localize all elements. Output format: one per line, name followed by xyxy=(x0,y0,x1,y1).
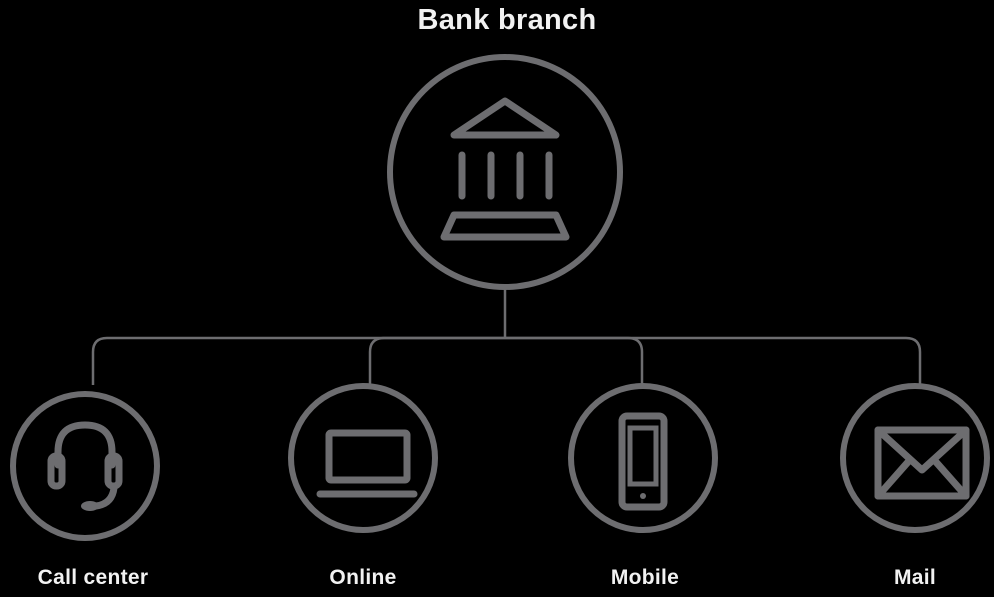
online-node xyxy=(288,383,438,533)
channel-label-mobile: Mobile xyxy=(610,566,680,589)
phone-icon xyxy=(618,412,668,511)
bank-ring xyxy=(387,54,623,290)
branch-line-online xyxy=(368,336,505,385)
connector-lines xyxy=(91,290,922,385)
mobile-node xyxy=(568,383,718,533)
channel-diagram xyxy=(10,54,990,541)
online-ring xyxy=(288,383,438,533)
call-center-ring xyxy=(10,391,160,541)
bank-icon xyxy=(440,97,570,241)
mail-node xyxy=(840,383,990,533)
branch-line-mail xyxy=(505,336,922,385)
headset-icon xyxy=(47,421,123,511)
laptop-icon xyxy=(316,429,418,498)
branch-line-call-center xyxy=(91,336,505,385)
envelope-icon xyxy=(874,426,970,500)
bank-branch-node xyxy=(387,54,623,290)
channel-label-online: Online xyxy=(329,566,397,589)
channel-label-mail: Mail xyxy=(893,566,937,589)
channel-label-call-center: Call center xyxy=(37,566,149,589)
call-center-node xyxy=(10,391,160,541)
branch-line-mobile xyxy=(505,336,644,385)
